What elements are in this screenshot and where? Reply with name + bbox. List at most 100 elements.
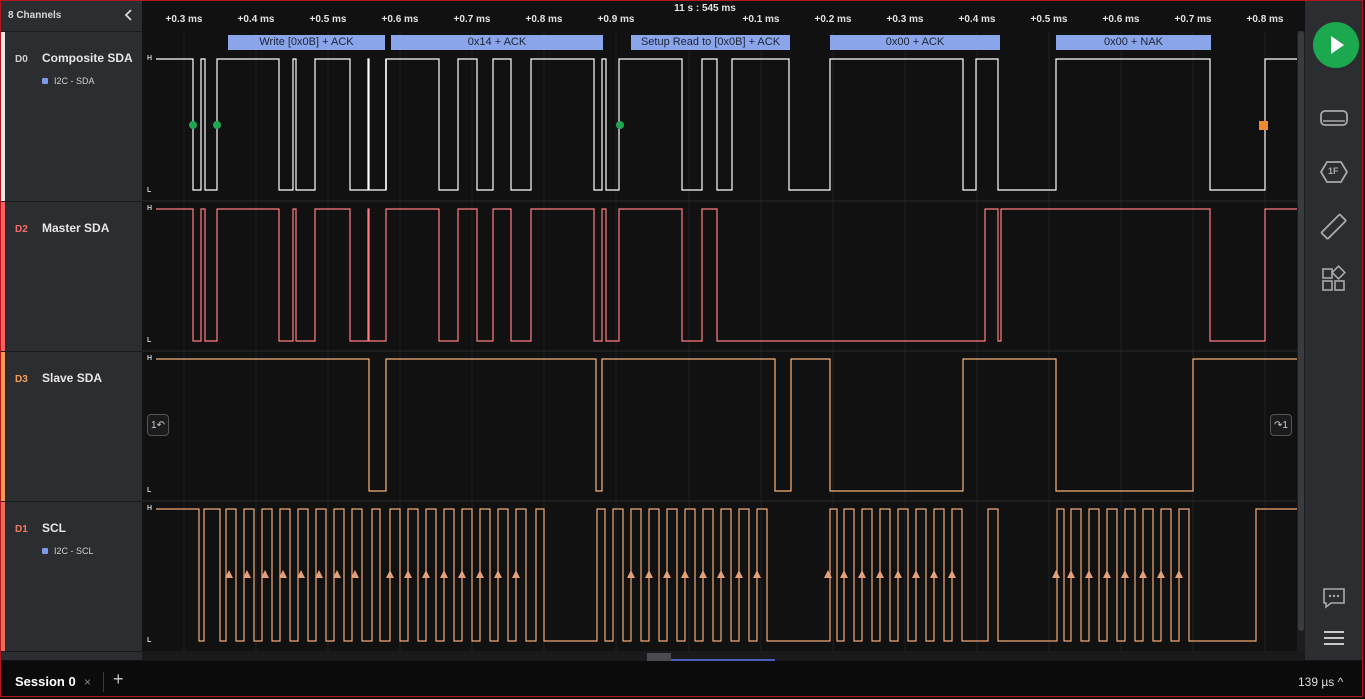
time-tick: +0.8 ms (1246, 14, 1284, 25)
trigger-prev-icon[interactable]: 1↶ (147, 414, 169, 436)
analyzer-label: I2C - SCL (54, 546, 94, 556)
channel-number: D1 (15, 524, 28, 535)
chat-icon[interactable] (1319, 583, 1349, 613)
time-tick: +0.8 ms (525, 14, 563, 25)
clock-sample-marker (858, 570, 866, 578)
vertical-scrollbar[interactable] (1297, 31, 1305, 651)
play-icon (1331, 36, 1344, 54)
analyzer-tag[interactable]: I2C - SDA (42, 76, 95, 86)
waveform-canvas[interactable] (142, 31, 1297, 651)
clock-sample-marker (512, 570, 520, 578)
time-tick: +0.9 ms (597, 14, 635, 25)
analyzer-color-swatch (42, 77, 48, 84)
protocol-frame[interactable]: 0x00 + ACK (830, 35, 1000, 50)
clock-sample-marker (876, 570, 884, 578)
channel-name[interactable]: Slave SDA (42, 371, 102, 385)
channel-panel: 8 Channels D0 Composite SDA I2C - SDA D2… (1, 1, 142, 660)
level-high-label: H (147, 505, 153, 512)
clock-sample-marker (404, 570, 412, 578)
protocol-frame[interactable]: 0x00 + NAK (1056, 35, 1211, 50)
clock-sample-marker (699, 570, 707, 578)
horizontal-scroll-thumb[interactable] (647, 653, 671, 661)
level-high-label: H (147, 55, 153, 62)
clock-sample-marker (753, 570, 761, 578)
channel-panel-header: 8 Channels (1, 1, 142, 32)
level-low-label: L (147, 487, 152, 494)
session-bar: Session 0 × + 139 µs ^ (1, 661, 1363, 697)
level-low-label: L (147, 337, 152, 344)
collapse-chevron-icon[interactable] (122, 8, 136, 22)
waveform-area[interactable]: Write [0x0B] + ACK 0x14 + ACK Setup Read… (142, 31, 1297, 651)
time-tick: +0.5 ms (309, 14, 347, 25)
channel-row-d3[interactable]: D3 Slave SDA (1, 352, 142, 502)
clock-sample-marker (458, 570, 466, 578)
extensions-icon[interactable] (1319, 265, 1349, 295)
clock-sample-marker (1139, 570, 1147, 578)
level-low-label: L (147, 637, 152, 644)
analyzer-label: I2C - SDA (54, 76, 95, 86)
clock-sample-marker (894, 570, 902, 578)
clock-sample-marker (476, 570, 484, 578)
clock-sample-marker (840, 570, 848, 578)
waveform-master-sda (156, 208, 1297, 342)
clock-sample-marker (824, 570, 832, 578)
clock-sample-marker (1052, 570, 1060, 578)
tab-separator (103, 672, 104, 692)
measure-icon[interactable] (1319, 212, 1349, 242)
stop-marker (1259, 121, 1268, 130)
time-tick: +0.3 ms (886, 14, 924, 25)
protocol-frame[interactable]: Write [0x0B] + ACK (228, 35, 385, 50)
timeline-header[interactable]: 11 s : 545 ms +0.3 ms +0.4 ms +0.5 ms +0… (142, 1, 1305, 32)
analyzer-color-swatch (42, 547, 48, 554)
device-icon[interactable] (1319, 103, 1349, 133)
time-tick: +0.4 ms (958, 14, 996, 25)
channel-row-d1[interactable]: D1 SCL I2C - SCL (1, 502, 142, 652)
channel-name[interactable]: Master SDA (42, 221, 109, 235)
trigger-next-icon[interactable]: ↷1 (1270, 414, 1292, 436)
protocol-frame[interactable]: 0x14 + ACK (391, 35, 603, 50)
time-tick: +0.7 ms (453, 14, 491, 25)
waveform-composite-sda (156, 58, 1297, 191)
time-tick: +0.6 ms (1102, 14, 1140, 25)
channel-name[interactable]: Composite SDA (42, 51, 133, 65)
start-marker (213, 121, 221, 129)
time-tick: +0.3 ms (165, 14, 203, 25)
clock-sample-marker (717, 570, 725, 578)
clock-sample-marker (1175, 570, 1183, 578)
clock-sample-marker (386, 570, 394, 578)
clock-sample-marker (494, 570, 502, 578)
add-session-button[interactable]: + (113, 669, 124, 690)
vertical-scroll-thumb[interactable] (1298, 31, 1304, 631)
session-tab[interactable]: Session 0 (15, 674, 76, 689)
run-button[interactable] (1313, 22, 1359, 68)
clock-sample-marker (681, 570, 689, 578)
clock-sample-marker (422, 570, 430, 578)
clock-sample-marker (663, 570, 671, 578)
channel-row-d2[interactable]: D2 Master SDA (1, 202, 142, 352)
analyzer-icon[interactable]: 1F (1319, 157, 1349, 187)
analyzer-tag[interactable]: I2C - SCL (42, 546, 94, 556)
clock-sample-marker (1103, 570, 1111, 578)
zoom-level[interactable]: 139 µs ^ (1298, 675, 1343, 689)
clock-sample-marker (1157, 570, 1165, 578)
close-tab-icon[interactable]: × (84, 675, 91, 689)
time-tick: +0.6 ms (381, 14, 419, 25)
time-tick: +0.4 ms (237, 14, 275, 25)
channel-number: D2 (15, 224, 28, 235)
absolute-time: 11 s : 545 ms (674, 3, 736, 14)
horizontal-scrollbar[interactable] (142, 651, 1305, 661)
protocol-frame[interactable]: Setup Read to [0x0B] + ACK (631, 35, 790, 50)
start-marker (189, 121, 197, 129)
start-marker (616, 121, 624, 129)
clock-sample-marker (440, 570, 448, 578)
time-tick: +0.7 ms (1174, 14, 1212, 25)
channel-name[interactable]: SCL (42, 521, 66, 535)
channel-row-d0[interactable]: D0 Composite SDA I2C - SDA (1, 32, 142, 202)
menu-icon[interactable] (1319, 623, 1349, 653)
channel-color-bar (1, 202, 5, 351)
time-tick: +0.2 ms (814, 14, 852, 25)
channel-color-bar (1, 502, 5, 651)
clock-sample-marker (1067, 570, 1075, 578)
channel-number: D3 (15, 374, 28, 385)
clock-sample-marker (1121, 570, 1129, 578)
